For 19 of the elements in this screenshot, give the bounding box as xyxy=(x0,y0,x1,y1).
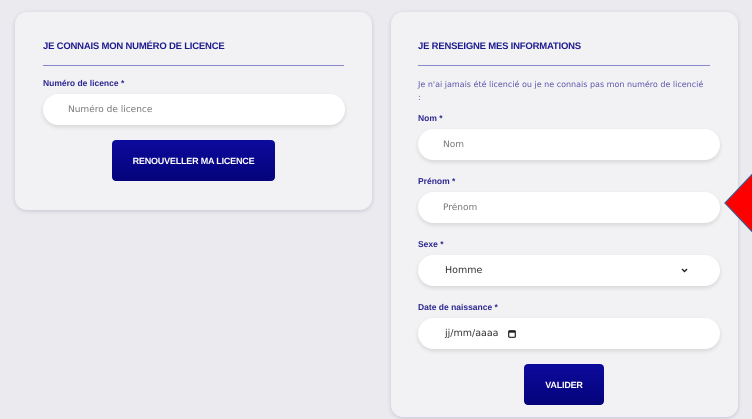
renew-button[interactable]: RENOUVELLER MA LICENCE xyxy=(112,140,276,181)
chevron-down-icon xyxy=(681,268,688,273)
field-label: Date de naissance * xyxy=(418,302,498,312)
calendar-icon xyxy=(508,330,516,338)
field-label: Prénom * xyxy=(418,176,456,186)
field-label: Numéro de licence * xyxy=(43,78,124,88)
date-placeholder: jj/mm/aaaa xyxy=(445,328,498,339)
section-title: JE CONNAIS MON NUMÉRO DE LICENCE xyxy=(43,39,344,66)
section-title: JE RENSEIGNE MES INFORMATIONS xyxy=(418,39,710,66)
field-label: Sexe * xyxy=(418,239,444,249)
date-field[interactable]: jj/mm/aaaa xyxy=(418,318,720,349)
submit-button[interactable]: VALIDER xyxy=(524,364,604,405)
text-field[interactable]: Nom xyxy=(418,129,720,160)
select-field[interactable]: Homme xyxy=(418,255,720,286)
intro-text: Je n'ai jamais été licencié ou je ne connais pas mon numéro de licencié : xyxy=(418,79,704,104)
text-field[interactable]: Numéro de licence xyxy=(43,94,345,125)
select-value: Homme xyxy=(445,265,482,276)
text-field[interactable]: Prénom xyxy=(418,192,720,223)
field-label: Nom * xyxy=(418,113,443,123)
